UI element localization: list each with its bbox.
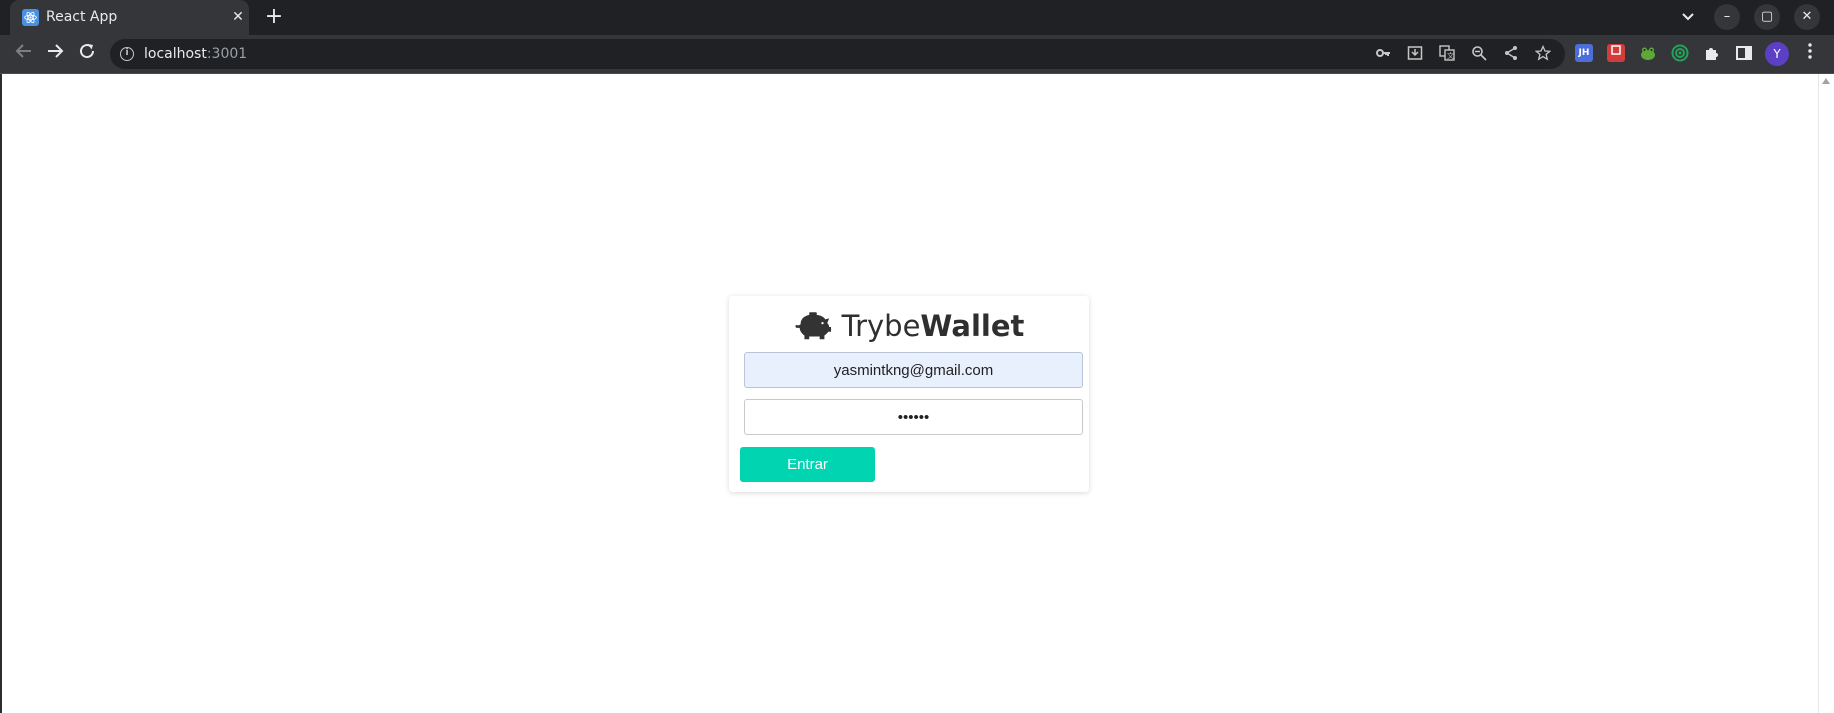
browser-tab[interactable]: React App ✕ xyxy=(10,0,249,35)
address-bar[interactable]: i localhost:3001 文 xyxy=(110,39,1565,69)
maximize-button[interactable]: ▢ xyxy=(1754,4,1780,30)
key-icon[interactable] xyxy=(1374,45,1392,63)
brand-name: TrybeWallet xyxy=(841,309,1025,343)
enter-button[interactable]: Entrar xyxy=(740,447,875,482)
site-info-icon[interactable]: i xyxy=(120,47,134,61)
share-icon[interactable] xyxy=(1502,45,1520,63)
tab-search-chevron-icon[interactable] xyxy=(1678,7,1698,27)
email-field[interactable] xyxy=(744,352,1083,388)
vertical-scrollbar[interactable] xyxy=(1818,74,1834,713)
brand-logo: TrybeWallet xyxy=(729,306,1089,346)
reload-icon[interactable] xyxy=(75,42,99,66)
bookmark-star-icon[interactable] xyxy=(1534,44,1552,63)
svg-text:文: 文 xyxy=(1447,51,1454,60)
install-app-icon[interactable] xyxy=(1406,45,1424,63)
password-field[interactable] xyxy=(744,399,1083,435)
extensions-puzzle-icon[interactable] xyxy=(1703,44,1721,62)
login-card: TrybeWallet Entrar xyxy=(729,296,1089,492)
tab-strip: React App ✕ + – ▢ ✕ xyxy=(0,0,1834,35)
zoom-out-icon[interactable] xyxy=(1470,45,1488,63)
url-text: localhost:3001 xyxy=(144,46,248,62)
back-arrow-icon[interactable] xyxy=(12,42,36,66)
tab-close-icon[interactable]: ✕ xyxy=(229,8,247,26)
jsonhero-icon[interactable]: JH xyxy=(1575,44,1593,62)
target-icon[interactable] xyxy=(1671,44,1689,62)
ublock-icon[interactable] xyxy=(1607,44,1625,62)
kebab-menu-icon[interactable] xyxy=(1800,43,1820,65)
close-window-button[interactable]: ✕ xyxy=(1794,4,1820,30)
browser-toolbar: i localhost:3001 文 JH Y xyxy=(0,35,1834,74)
profile-avatar[interactable]: Y xyxy=(1765,42,1789,66)
react-atom-icon xyxy=(22,9,39,26)
new-tab-button[interactable]: + xyxy=(262,6,286,30)
translate-icon[interactable]: 文 xyxy=(1438,45,1456,63)
tab-title: React App xyxy=(46,9,118,25)
piggy-bank-icon xyxy=(795,312,831,340)
scroll-up-arrow-icon[interactable] xyxy=(1822,78,1830,84)
minimize-button[interactable]: – xyxy=(1714,4,1740,30)
forward-arrow-icon[interactable] xyxy=(43,42,67,66)
frog-icon[interactable] xyxy=(1639,44,1657,62)
side-panel-icon[interactable] xyxy=(1735,44,1753,62)
